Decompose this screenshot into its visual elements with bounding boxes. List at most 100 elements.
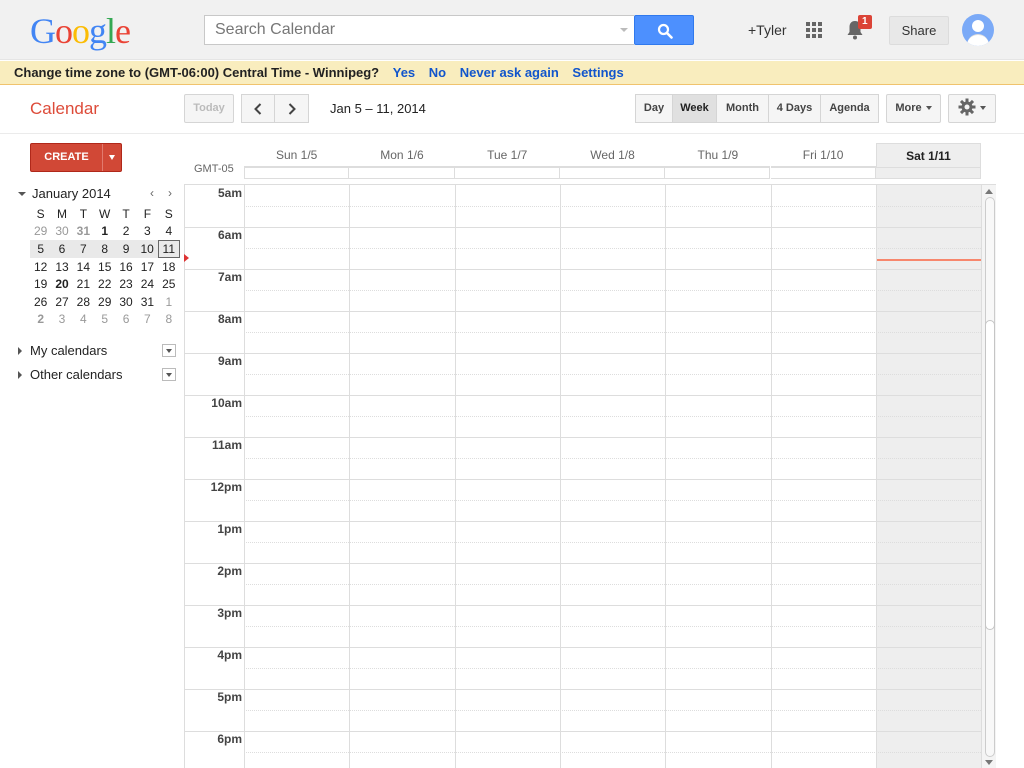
share-button[interactable]: Share bbox=[889, 16, 949, 45]
mini-day-cell[interactable]: 20 bbox=[51, 275, 72, 293]
mini-calendar-prev-icon[interactable]: ‹ bbox=[146, 186, 158, 200]
search-input[interactable] bbox=[205, 16, 605, 44]
mini-day-cell[interactable]: 21 bbox=[73, 275, 94, 293]
mini-day-cell[interactable]: 30 bbox=[51, 223, 72, 241]
mini-day-cell[interactable]: 5 bbox=[30, 240, 52, 258]
mini-day-cell[interactable]: 8 bbox=[158, 311, 179, 329]
mini-day-cell[interactable]: 1 bbox=[94, 223, 115, 241]
notice-settings-link[interactable]: Settings bbox=[572, 65, 623, 80]
notice-no-link[interactable]: No bbox=[429, 65, 446, 80]
hour-label: 6pm bbox=[217, 732, 242, 746]
today-button[interactable]: Today bbox=[184, 94, 234, 123]
my-calendars-label[interactable]: My calendars bbox=[30, 343, 107, 358]
mini-day-cell[interactable]: 16 bbox=[115, 258, 136, 276]
google-logo[interactable]: Google bbox=[30, 11, 131, 51]
mini-day-cell[interactable]: 26 bbox=[30, 293, 51, 311]
mini-day-cell[interactable]: 18 bbox=[158, 258, 179, 276]
mini-day-cell[interactable]: 12 bbox=[30, 258, 51, 276]
day-header[interactable]: Sun 1/5 bbox=[244, 143, 350, 167]
mini-day-cell[interactable]: 29 bbox=[30, 223, 51, 241]
search-box[interactable] bbox=[204, 15, 634, 45]
view-4days-button[interactable]: 4 Days bbox=[769, 94, 821, 123]
other-calendars-section[interactable]: Other calendars bbox=[16, 367, 176, 383]
expand-triangle-icon[interactable] bbox=[18, 347, 22, 355]
mini-day-cell[interactable]: 25 bbox=[158, 275, 179, 293]
notice-yes-link[interactable]: Yes bbox=[393, 65, 415, 80]
mini-day-cell[interactable]: 30 bbox=[115, 293, 136, 311]
mini-day-cell-selected[interactable]: 11 bbox=[157, 239, 181, 259]
search-options-dropdown-icon[interactable] bbox=[620, 28, 628, 32]
mini-day-cell[interactable]: 7 bbox=[72, 240, 95, 258]
all-day-cell[interactable] bbox=[559, 167, 666, 179]
view-day-button[interactable]: Day bbox=[635, 94, 673, 123]
all-day-cell[interactable] bbox=[244, 167, 350, 179]
mini-day-cell[interactable]: 7 bbox=[137, 311, 158, 329]
all-day-cell[interactable] bbox=[875, 167, 982, 179]
mini-day-cell[interactable]: 6 bbox=[51, 240, 73, 258]
day-header[interactable]: Sat 1/11 bbox=[875, 143, 982, 167]
view-agenda-button[interactable]: Agenda bbox=[821, 94, 879, 123]
day-header[interactable]: Tue 1/7 bbox=[454, 143, 560, 167]
mini-day-cell[interactable]: 9 bbox=[115, 240, 137, 258]
day-header[interactable]: Thu 1/9 bbox=[665, 143, 771, 167]
search-button[interactable] bbox=[634, 15, 694, 45]
mini-day-cell[interactable]: 4 bbox=[73, 311, 94, 329]
mini-day-cell[interactable]: 5 bbox=[94, 311, 115, 329]
all-day-cell[interactable] bbox=[349, 167, 455, 179]
grid-scrollbar[interactable] bbox=[981, 185, 996, 768]
collapse-triangle-icon[interactable] bbox=[18, 192, 26, 196]
mini-calendar-next-icon[interactable]: › bbox=[164, 186, 176, 200]
time-grid-body[interactable]: 5am 6am 7am 8am 9am 10am 11am 12pm 1pm 2pm 3pm 4pm 5… bbox=[184, 184, 996, 768]
next-period-button[interactable] bbox=[275, 94, 309, 123]
day-header[interactable]: Wed 1/8 bbox=[559, 143, 666, 167]
all-day-cell[interactable] bbox=[770, 167, 876, 179]
apps-grid-icon[interactable] bbox=[806, 22, 822, 38]
mini-day-cell[interactable]: 17 bbox=[137, 258, 158, 276]
mini-day-cell[interactable]: 2 bbox=[30, 311, 51, 329]
mini-day-cell[interactable]: 19 bbox=[30, 275, 51, 293]
settings-button[interactable] bbox=[948, 94, 996, 123]
scroll-up-icon[interactable] bbox=[985, 189, 993, 194]
previous-period-button[interactable] bbox=[241, 94, 275, 123]
mini-day-cell[interactable]: 14 bbox=[73, 258, 94, 276]
other-calendars-label[interactable]: Other calendars bbox=[30, 367, 123, 382]
mini-day-cell[interactable]: 2 bbox=[115, 223, 136, 241]
scrollbar-thumb[interactable] bbox=[985, 320, 995, 630]
mini-day-cell[interactable]: 4 bbox=[158, 223, 179, 241]
day-header[interactable]: Fri 1/10 bbox=[770, 143, 876, 167]
day-header[interactable]: Mon 1/6 bbox=[349, 143, 455, 167]
mini-day-cell[interactable]: 8 bbox=[94, 240, 116, 258]
mini-day-cell[interactable]: 24 bbox=[137, 275, 158, 293]
mini-day-cell[interactable]: 28 bbox=[73, 293, 94, 311]
mini-calendar-title[interactable]: January 2014 bbox=[32, 186, 111, 201]
mini-day-cell[interactable]: 27 bbox=[51, 293, 72, 311]
mini-day-cell[interactable]: 31 bbox=[137, 293, 158, 311]
scroll-down-icon[interactable] bbox=[985, 760, 993, 765]
mini-day-cell[interactable]: 22 bbox=[94, 275, 115, 293]
mini-day-cell[interactable]: 23 bbox=[115, 275, 136, 293]
mini-day-cell[interactable]: 10 bbox=[136, 240, 159, 258]
account-avatar[interactable] bbox=[962, 14, 994, 46]
mini-day-cell[interactable]: 3 bbox=[51, 311, 72, 329]
mini-day-cell[interactable]: 6 bbox=[115, 311, 136, 329]
notice-never-ask-link[interactable]: Never ask again bbox=[460, 65, 559, 80]
more-views-button[interactable]: More bbox=[886, 94, 941, 123]
other-calendars-menu-icon[interactable] bbox=[162, 368, 176, 381]
half-hour-line bbox=[244, 332, 981, 333]
mini-day-cell[interactable]: 31 bbox=[73, 223, 94, 241]
my-calendars-section[interactable]: My calendars bbox=[16, 343, 176, 359]
mini-day-cell[interactable]: 1 bbox=[158, 293, 179, 311]
my-calendars-menu-icon[interactable] bbox=[162, 344, 176, 357]
mini-day-cell[interactable]: 13 bbox=[51, 258, 72, 276]
all-day-cell[interactable] bbox=[454, 167, 560, 179]
view-month-button[interactable]: Month bbox=[717, 94, 769, 123]
user-profile-link[interactable]: +Tyler bbox=[748, 22, 787, 38]
all-day-cell[interactable] bbox=[665, 167, 771, 179]
mini-day-cell[interactable]: 29 bbox=[94, 293, 115, 311]
expand-triangle-icon[interactable] bbox=[18, 371, 22, 379]
mini-day-cell[interactable]: 15 bbox=[94, 258, 115, 276]
view-week-button[interactable]: Week bbox=[673, 94, 717, 123]
mini-day-cell[interactable]: 3 bbox=[137, 223, 158, 241]
create-dropdown-icon[interactable] bbox=[109, 155, 115, 160]
create-event-button[interactable]: CREATE bbox=[30, 143, 122, 172]
